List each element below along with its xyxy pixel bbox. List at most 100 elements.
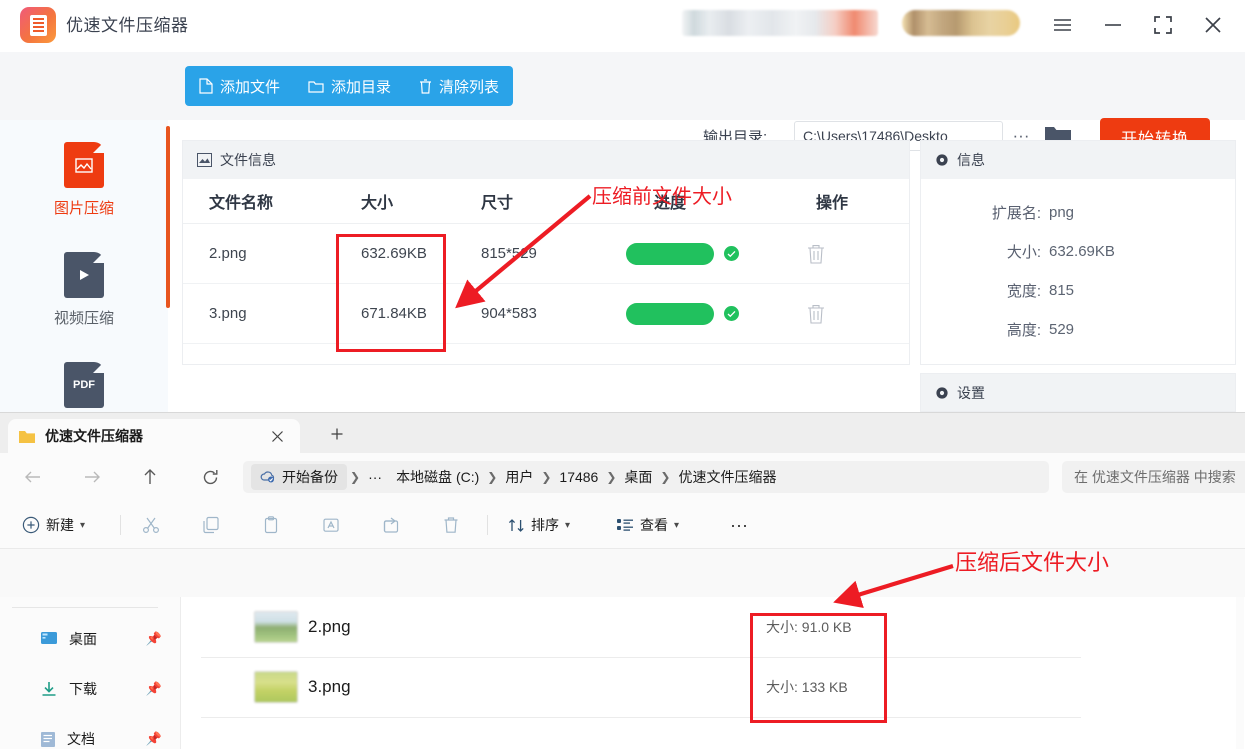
up-arrow-icon[interactable] [137, 464, 163, 490]
new-button[interactable]: 新建 ▾ [22, 511, 85, 539]
gear-icon [936, 154, 948, 166]
view-icon [617, 519, 633, 531]
col-header-name: 文件名称 [209, 195, 274, 212]
download-icon [42, 682, 56, 696]
breadcrumb-item-current[interactable]: 优速文件压缩器 [671, 464, 783, 490]
redacted-region-1 [682, 10, 878, 36]
commandbar-divider [487, 515, 488, 535]
app-toolbar: 添加文件 添加目录 清除列表 输出目录: C:\Users\17486\Desk… [0, 52, 1245, 155]
file-thumbnail [254, 611, 298, 643]
success-check-icon [724, 246, 739, 261]
info-card-title: 信息 [957, 152, 985, 168]
info-row-extension: 扩展名: png [921, 193, 1235, 232]
redacted-region-2 [902, 10, 1020, 36]
add-file-button[interactable]: 添加文件 [185, 66, 294, 106]
cell-file-dimension: 815*529 [481, 245, 537, 262]
breadcrumb-item-users[interactable]: 用户 [498, 464, 540, 490]
sidebar-scrollbar[interactable] [166, 126, 170, 308]
cell-delete[interactable] [806, 243, 906, 265]
col-header-operation: 操作 [816, 195, 849, 212]
app-sidebar: 图片压缩 视频压缩 PDF [0, 120, 168, 412]
close-icon[interactable] [1196, 8, 1230, 42]
breadcrumb-item-drive[interactable]: 本地磁盘 (C:) [389, 464, 486, 490]
list-divider [201, 717, 1081, 718]
progress-bar [626, 302, 714, 325]
gear-icon [936, 386, 948, 399]
table-row[interactable]: 3.png 671.84KB 904*583 [183, 284, 909, 344]
view-button[interactable]: 查看 ▾ [617, 511, 679, 539]
sidebar-item-image-compress[interactable]: 图片压缩 [0, 142, 168, 218]
search-input[interactable]: 在 优速文件压缩器 中搜索 [1062, 461, 1245, 493]
col-header-size: 大小 [361, 195, 394, 212]
refresh-icon[interactable] [197, 464, 223, 490]
table-row[interactable]: 2.png 632.69KB 815*529 [183, 224, 909, 284]
sidebar-label-image-compress: 图片压缩 [53, 200, 114, 217]
settings-card-header[interactable]: 设置 [920, 373, 1236, 412]
list-item[interactable]: 2.png 大小: 91.0 KB [181, 597, 1245, 657]
file-actions-group: 添加文件 添加目录 清除列表 [185, 66, 514, 106]
image-compress-icon [64, 142, 104, 188]
sort-button[interactable]: 排序 ▾ [508, 511, 570, 539]
forward-arrow-icon[interactable] [79, 464, 105, 490]
settings-card-title: 设置 [957, 384, 985, 401]
list-item[interactable]: 3.png 大小: 133 KB [181, 657, 1245, 717]
add-folder-label: 添加目录 [331, 78, 392, 96]
explorer-tab[interactable]: 优速文件压缩器 [8, 419, 300, 453]
breadcrumb-item-desktop[interactable]: 桌面 [617, 464, 659, 490]
info-value: 632.69KB [1049, 243, 1115, 260]
info-row-size: 大小: 632.69KB [921, 232, 1235, 271]
maximize-icon[interactable] [1146, 8, 1180, 42]
chevron-down-icon: ▾ [80, 519, 86, 531]
nav-item-desktop[interactable]: 桌面 📌 [0, 619, 180, 659]
app-title: 优速文件压缩器 [66, 16, 189, 35]
explorer-tab-title: 优速文件压缩器 [45, 428, 143, 444]
info-value: 529 [1049, 321, 1075, 338]
file-info-card: 文件信息 文件名称 大小 尺寸 进度 操作 2.png 632.69KB 815… [182, 140, 910, 365]
hamburger-menu-icon[interactable] [1045, 8, 1079, 42]
pin-icon[interactable]: 📌 [146, 731, 162, 747]
cell-delete[interactable] [806, 303, 906, 325]
sidebar-item-pdf-compress[interactable]: PDF [0, 362, 168, 408]
delete-button[interactable] [442, 511, 460, 539]
breadcrumb-overflow[interactable]: ··· [361, 466, 389, 488]
info-card: 信息 扩展名: png 大小: 632.69KB 宽度: 815 高度: 529 [920, 140, 1236, 365]
chevron-down-icon: ▾ [565, 519, 571, 531]
copy-button[interactable] [202, 511, 220, 539]
cell-file-name: 3.png [209, 305, 247, 322]
cloud-backup-icon [260, 471, 275, 483]
add-folder-button[interactable]: 添加目录 [294, 66, 405, 106]
file-list-scrollbar[interactable] [1236, 597, 1244, 749]
pin-icon[interactable]: 📌 [146, 681, 162, 697]
back-arrow-icon[interactable] [20, 464, 46, 490]
nav-item-label: 文档 [67, 731, 95, 747]
tab-close-icon[interactable] [264, 423, 290, 449]
start-backup-button[interactable]: 开始备份 [251, 464, 347, 490]
clear-list-button[interactable]: 清除列表 [405, 66, 513, 106]
screen: 优速文件压缩器 添加文件 添加目录 清除列表 输出目录: C:\Users\17… [0, 0, 1245, 749]
file-info-card-title: 文件信息 [220, 152, 276, 168]
breadcrumb-item-user[interactable]: 17486 [552, 466, 605, 488]
cut-button[interactable] [142, 511, 160, 539]
pin-icon[interactable]: 📌 [146, 631, 162, 647]
nav-pane-divider [12, 607, 158, 608]
progress-bar [626, 242, 714, 265]
minimize-icon[interactable] [1096, 8, 1130, 42]
sort-icon [508, 518, 524, 532]
info-row-height: 高度: 529 [921, 310, 1235, 349]
nav-item-label: 桌面 [69, 631, 97, 647]
nav-item-documents[interactable]: 文档 📌 [0, 719, 180, 749]
share-button[interactable] [382, 511, 400, 539]
more-options-button[interactable]: ··· [730, 511, 748, 539]
paste-button[interactable] [262, 511, 280, 539]
rename-button[interactable] [322, 511, 340, 539]
chevron-down-icon: ▾ [674, 519, 680, 531]
nav-item-downloads[interactable]: 下载 📌 [0, 669, 180, 709]
desktop-icon [41, 632, 57, 644]
explorer-tabstrip: 优速文件压缩器 [0, 413, 1245, 453]
cell-progress [626, 242, 806, 265]
annotation-after-size-box [750, 613, 887, 723]
sidebar-item-video-compress[interactable]: 视频压缩 [0, 252, 168, 328]
info-key: 大小: [1006, 244, 1041, 261]
new-tab-button[interactable] [324, 421, 350, 447]
cell-progress [626, 302, 806, 325]
